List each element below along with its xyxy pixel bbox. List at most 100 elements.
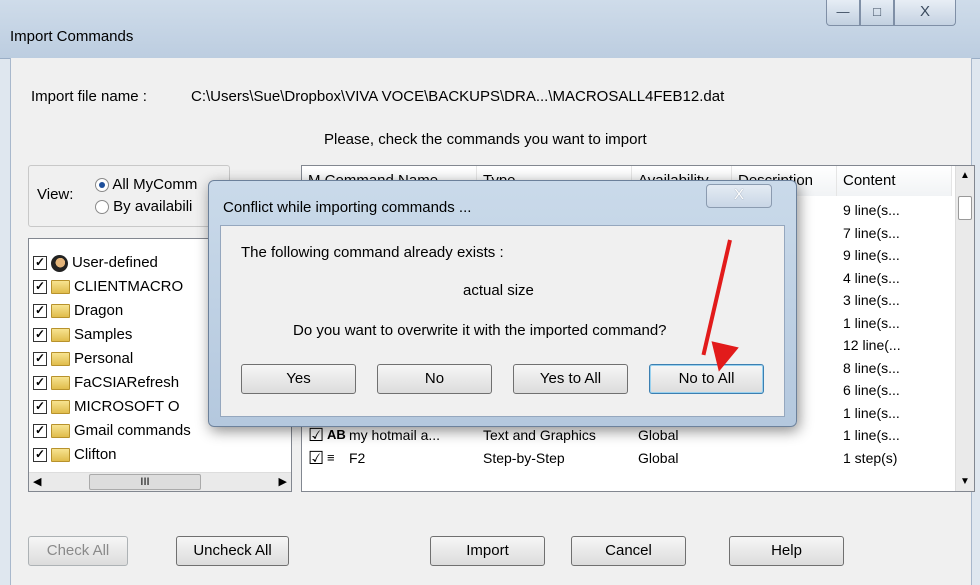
import-button[interactable]: Import	[430, 536, 545, 566]
checkbox-checked-icon[interactable]: ✓	[33, 424, 47, 439]
row-content: 1 step(s)	[843, 449, 898, 466]
tree-item-clientmacro[interactable]: ✓ CLIENTMACRO	[33, 275, 183, 299]
view-option-availability-label: By availabili	[113, 198, 193, 215]
row-content: 4 line(s...	[843, 269, 900, 286]
folder-icon	[51, 304, 70, 319]
checkbox-checked-icon[interactable]: ✓	[33, 448, 47, 463]
tree-item-label: User-defined	[72, 254, 158, 271]
tree-item-microsoft[interactable]: ✓ MICROSOFT O	[33, 395, 180, 419]
folder-icon	[51, 400, 70, 415]
checkbox-checked-icon[interactable]: ✓	[33, 256, 47, 271]
view-option-all-label: All MyComm	[112, 176, 198, 193]
row-content: 12 line(...	[843, 337, 901, 353]
row-content: 9 line(s...	[843, 202, 900, 218]
row-content: 3 line(s...	[843, 292, 900, 308]
window-title: Import Commands	[10, 28, 134, 45]
view-group: View: All MyComm By availabili	[28, 165, 230, 227]
tree-item-samples[interactable]: ✓ Samples	[33, 323, 132, 347]
row-availability: Global	[638, 449, 679, 466]
list-vertical-scrollbar[interactable]: ▲ ▼	[955, 166, 974, 491]
view-label: View:	[37, 186, 74, 203]
dialog-title: Conflict while importing commands ...	[223, 199, 472, 216]
close-window-button[interactable]: X	[894, 0, 956, 26]
dialog-body: The following command already exists : a…	[220, 225, 785, 417]
folder-icon	[51, 424, 70, 439]
tree-item-label: Samples	[74, 326, 133, 343]
row-content: 1 line(s...	[843, 314, 900, 331]
tree-item-label: Dragon	[74, 302, 124, 319]
tree-item-facsiarefresh[interactable]: ✓ FaCSIARefresh	[33, 371, 179, 395]
scroll-thumb[interactable]	[958, 196, 972, 220]
tree-item-dragon[interactable]: ✓ Dragon	[33, 299, 123, 323]
row-content: 9 line(s...	[843, 247, 900, 263]
radio-empty-icon	[95, 200, 109, 215]
yes-to-all-button[interactable]: Yes to All	[513, 364, 628, 394]
row-content: 6 line(s...	[843, 382, 900, 398]
radio-selected-icon	[95, 178, 109, 193]
dialog-close-button[interactable]: X	[706, 184, 772, 208]
checkbox-checked-icon[interactable]: ✓	[33, 376, 47, 391]
import-file-path: C:\Users\Sue\Dropbox\VIVA VOCE\BACKUPS\D…	[191, 88, 725, 105]
row-content: 7 line(s...	[843, 224, 900, 241]
tree-item-label: Personal	[74, 350, 134, 367]
tree-item-personal[interactable]: ✓ Personal	[33, 347, 133, 371]
row-content: 1 line(s...	[843, 404, 900, 421]
checkbox-checked-icon[interactable]: ✓	[33, 352, 47, 367]
row-type-icon: ≡	[327, 449, 335, 465]
table-row[interactable]: ☑ ≡ F2 Step-by-Step Global 1 step(s)	[302, 447, 954, 469]
row-command-name: F2	[349, 449, 366, 466]
col-header-content[interactable]: Content	[837, 166, 952, 196]
uncheck-all-button[interactable]: Uncheck All	[176, 536, 289, 566]
folder-icon	[51, 448, 70, 463]
row-description	[738, 447, 833, 469]
tree-item-user-defined[interactable]: ✓ User-defined	[33, 251, 158, 275]
row-content: 1 line(s...	[843, 427, 900, 443]
scroll-left-icon[interactable]: ◀	[33, 475, 41, 488]
checkbox-checked-icon[interactable]: ✓	[33, 328, 47, 343]
scroll-right-icon[interactable]: ▶	[279, 475, 287, 488]
check-all-button[interactable]: Check All	[28, 536, 128, 566]
dialog-question: Do you want to overwrite it with the imp…	[293, 322, 667, 339]
tree-item-label: Gmail commands	[74, 422, 191, 439]
cancel-button[interactable]: Cancel	[571, 536, 686, 566]
user-icon	[51, 254, 68, 272]
tree-item-gmail-commands[interactable]: ✓ Gmail commands	[33, 419, 191, 443]
scroll-down-icon[interactable]: ▼	[960, 476, 970, 487]
maximize-button[interactable]: □	[860, 0, 894, 26]
tree-item-label: Clifton	[74, 446, 117, 463]
view-option-all[interactable]: All MyComm	[95, 176, 197, 193]
row-description	[738, 424, 833, 446]
tree-horizontal-scrollbar[interactable]: ◀ III ▶	[29, 472, 291, 491]
row-content: 8 line(s...	[843, 359, 900, 376]
folder-icon	[51, 280, 70, 295]
import-file-label: Import file name :	[31, 88, 147, 105]
checkbox-checked-icon[interactable]: ✓	[33, 400, 47, 415]
folder-icon	[51, 328, 70, 343]
checkbox-checked-icon[interactable]: ✓	[33, 280, 47, 295]
row-type-icon: AB	[327, 427, 346, 442]
instruction-text: Please, check the commands you want to i…	[324, 131, 647, 148]
yes-button[interactable]: Yes	[241, 364, 356, 394]
dialog-message: The following command already exists :	[241, 244, 504, 261]
row-checkbox[interactable]: ☑	[308, 447, 326, 469]
help-button[interactable]: Help	[729, 536, 844, 566]
row-command-name: my hotmail a...	[349, 427, 441, 443]
no-button[interactable]: No	[377, 364, 492, 394]
folder-icon	[51, 376, 70, 391]
conflict-dialog: Conflict while importing commands ... X …	[208, 180, 797, 427]
row-type: Text and Graphics	[483, 427, 596, 443]
row-type: Step-by-Step	[483, 449, 565, 466]
scroll-up-icon[interactable]: ▲	[960, 170, 970, 181]
table-row[interactable]: ☑ AB my hotmail a... Text and Graphics Globa…	[302, 424, 954, 446]
checkbox-checked-icon[interactable]: ✓	[33, 304, 47, 319]
window-titlebar: Import Commands — □ X	[0, 0, 980, 59]
scroll-thumb[interactable]: III	[89, 474, 201, 490]
tree-item-label: MICROSOFT O	[74, 398, 180, 415]
row-availability: Global	[638, 427, 679, 443]
tree-item-clifton[interactable]: ✓ Clifton	[33, 443, 117, 467]
row-checkbox[interactable]: ☑	[308, 424, 326, 446]
view-option-availability[interactable]: By availabili	[95, 198, 192, 215]
tree-item-label: FaCSIARefresh	[74, 374, 180, 391]
minimize-button[interactable]: —	[826, 0, 860, 26]
folder-icon	[51, 352, 70, 367]
